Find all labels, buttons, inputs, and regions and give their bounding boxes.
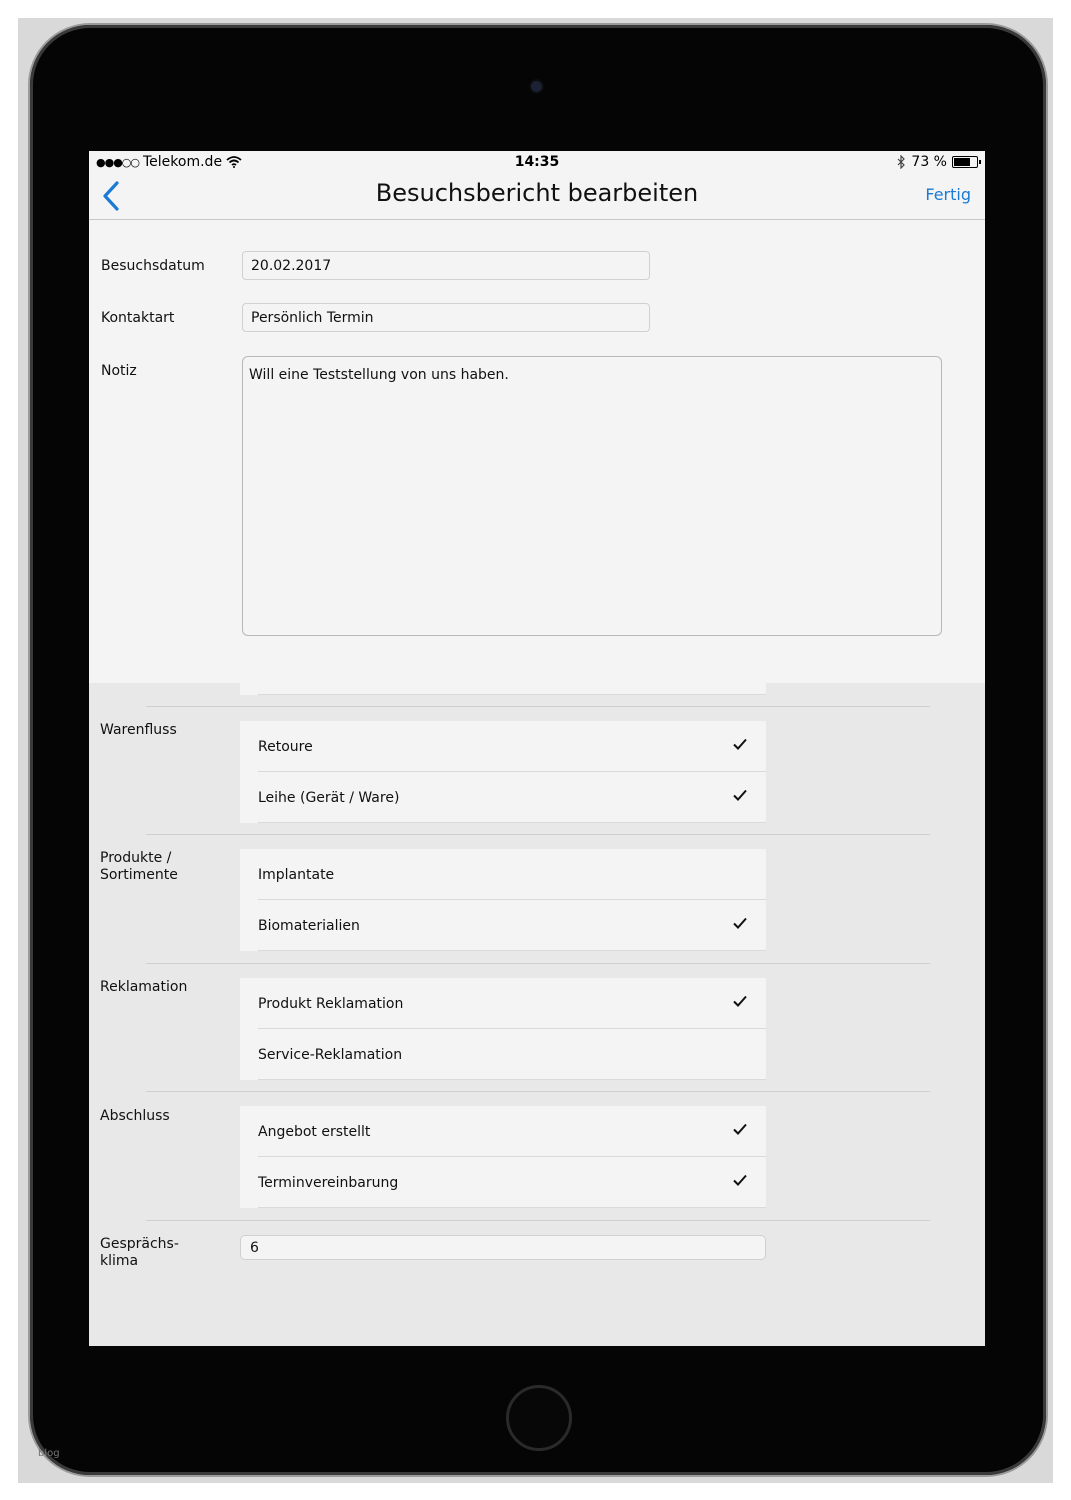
home-button[interactable] xyxy=(506,1385,572,1451)
checkmark-icon xyxy=(733,789,747,801)
list-abschluss: Angebot erstellt Terminvereinbarung xyxy=(240,1106,766,1208)
list-item-label: Biomaterialien xyxy=(258,917,360,934)
climate-label-line: klima xyxy=(100,1253,139,1269)
list-item[interactable]: Terminvereinbarung xyxy=(240,1157,766,1208)
status-bar: ●●●○○ Telekom.de 14:35 73 % xyxy=(89,151,985,175)
checkmark-icon xyxy=(733,995,747,1007)
section-divider xyxy=(146,834,930,835)
section-label-line: Sortimente xyxy=(100,867,178,883)
date-label: Besuchsdatum xyxy=(101,258,205,274)
section-label-abschluss: Abschluss xyxy=(100,1108,170,1124)
climate-label-line: Gesprächs- xyxy=(100,1236,179,1252)
list-item[interactable]: Biomaterialien xyxy=(240,900,766,951)
battery-fill xyxy=(954,158,970,166)
section-label-line: Produkte / xyxy=(100,850,172,866)
checklist-area: Warenfluss Retoure Leihe (Gerät / Ware) … xyxy=(89,683,985,1346)
list-item-label: Terminvereinbarung xyxy=(258,1174,399,1191)
checkmark-icon xyxy=(733,917,747,929)
climate-label: Gesprächs- klima xyxy=(100,1236,179,1270)
contact-type-label: Kontaktart xyxy=(101,310,175,326)
status-time: 14:35 xyxy=(514,154,560,170)
battery-icon xyxy=(952,156,981,168)
list-warenfluss: Retoure Leihe (Gerät / Ware) xyxy=(240,721,766,823)
checkmark-icon xyxy=(733,738,747,750)
list-item[interactable]: Implantate xyxy=(240,849,766,900)
list-produkte: Implantate Biomaterialien xyxy=(240,849,766,951)
camera-icon xyxy=(531,81,542,92)
list-reklamation: Produkt Reklamation Service-Reklamation xyxy=(240,978,766,1080)
done-button[interactable]: Fertig xyxy=(925,185,971,204)
section-label-reklamation: Reklamation xyxy=(100,979,188,995)
contact-type-field[interactable]: Persönlich Termin xyxy=(242,303,650,332)
page-title: Besuchsbericht bearbeiten xyxy=(375,179,699,207)
battery-percent: 73 % xyxy=(911,154,947,170)
list-item-label: Service-Reklamation xyxy=(258,1046,403,1063)
bluetooth-icon xyxy=(897,155,906,169)
app-screen: ●●●○○ Telekom.de 14:35 73 % Besuchsberic… xyxy=(89,151,985,1346)
section-divider xyxy=(146,963,930,964)
note-textarea[interactable]: Will eine Teststellung von uns haben. xyxy=(242,356,942,636)
checkmark-icon xyxy=(733,1174,747,1186)
list-item-label: Implantate xyxy=(258,866,335,883)
section-label-warenfluss: Warenfluss xyxy=(100,722,177,738)
list-item[interactable]: Retoure xyxy=(240,721,766,772)
section-divider xyxy=(146,1091,930,1092)
section-label-produkte: Produkte / Sortimente xyxy=(100,850,178,884)
list-item-label: Retoure xyxy=(258,738,313,755)
date-field[interactable]: 20.02.2017 xyxy=(242,251,650,280)
navigation-bar: Besuchsbericht bearbeiten Fertig xyxy=(89,175,985,220)
list-item[interactable]: Leihe (Gerät / Ware) xyxy=(240,772,766,823)
list-item-label: Angebot erstellt xyxy=(258,1123,371,1140)
list-item[interactable]: Produkt Reklamation xyxy=(240,978,766,1029)
climate-field[interactable]: 6 xyxy=(240,1235,766,1260)
list-item[interactable]: Service-Reklamation xyxy=(240,1029,766,1080)
section-divider xyxy=(146,706,930,707)
corner-watermark: blog xyxy=(38,1448,60,1459)
list-item-label: Produkt Reklamation xyxy=(258,995,404,1012)
checkmark-icon xyxy=(733,1123,747,1135)
section-divider xyxy=(146,1220,930,1221)
note-label: Notiz xyxy=(101,363,137,379)
list-item[interactable]: Angebot erstellt xyxy=(240,1106,766,1157)
list-stub xyxy=(240,683,766,695)
list-item-label: Leihe (Gerät / Ware) xyxy=(258,789,400,806)
